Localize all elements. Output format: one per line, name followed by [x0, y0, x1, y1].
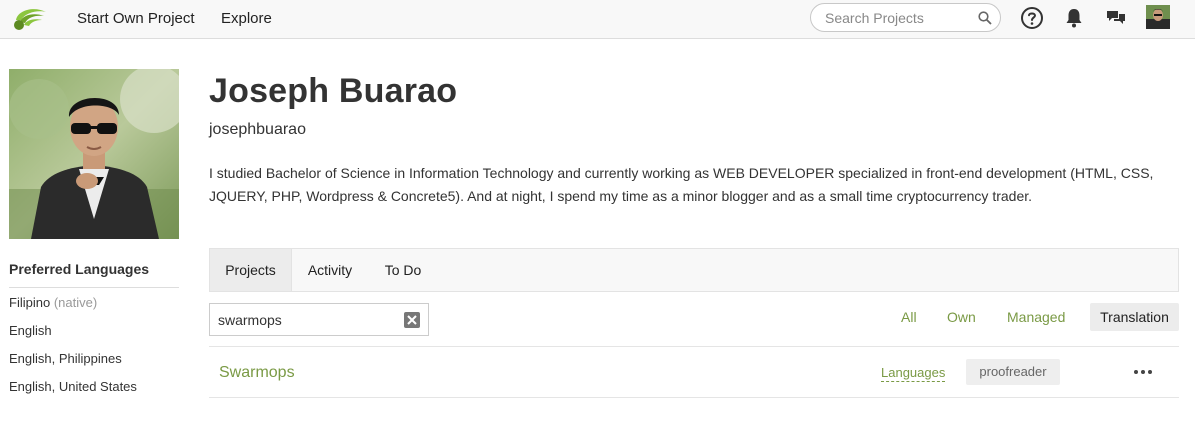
project-link-swarmops[interactable]: Swarmops — [219, 364, 295, 382]
clear-filter-button[interactable] — [404, 312, 420, 328]
close-icon — [407, 315, 417, 325]
nav-explore[interactable]: Explore — [221, 10, 272, 27]
top-navbar: Start Own Project Explore — [0, 0, 1195, 39]
search-projects-box[interactable] — [810, 3, 1001, 32]
tab-to-do[interactable]: To Do — [376, 249, 430, 291]
search-icon[interactable] — [978, 11, 992, 25]
logo-icon[interactable] — [12, 4, 50, 34]
filter-own[interactable]: Own — [947, 303, 976, 331]
preferred-languages-divider — [9, 287, 179, 288]
nav-start-own-project[interactable]: Start Own Project — [77, 10, 195, 27]
filter-managed[interactable]: Managed — [1007, 303, 1065, 331]
profile-photo — [9, 69, 179, 239]
project-list-divider — [209, 346, 1179, 347]
bell-icon[interactable] — [1062, 6, 1086, 30]
language-item: English, United States — [9, 379, 137, 394]
profile-username: josephbuarao — [209, 121, 306, 138]
project-filter-input[interactable] — [218, 311, 398, 329]
chat-icon[interactable] — [1104, 6, 1128, 30]
language-native-note: (native) — [53, 295, 98, 310]
profile-tabs: Projects Activity To Do — [209, 248, 1179, 292]
project-list-divider — [209, 397, 1179, 398]
profile-bio: I studied Bachelor of Science in Informa… — [209, 165, 1154, 204]
profile-name: Joseph Buarao — [209, 72, 458, 110]
user-avatar[interactable] — [1146, 5, 1170, 29]
language-label: English — [9, 323, 52, 338]
language-label: Filipino — [9, 295, 51, 310]
project-languages-link[interactable]: Languages — [881, 365, 946, 382]
filter-all[interactable]: All — [901, 303, 917, 331]
project-filter-box[interactable] — [209, 303, 429, 336]
tab-projects[interactable]: Projects — [210, 249, 292, 291]
tab-activity[interactable]: Activity — [300, 249, 360, 291]
language-label: English, United States — [9, 379, 137, 394]
more-options-button[interactable] — [1130, 363, 1156, 381]
preferred-languages-title: Preferred Languages — [9, 261, 150, 277]
language-label: English, Philippines — [9, 351, 122, 366]
search-input[interactable] — [825, 9, 975, 27]
help-icon[interactable] — [1020, 6, 1044, 30]
role-badge: proofreader — [966, 359, 1060, 385]
language-item: English, Philippines — [9, 351, 122, 366]
language-item: English — [9, 323, 52, 338]
more-dots-icon — [1134, 370, 1152, 374]
language-item: Filipino (native) — [9, 295, 97, 310]
filter-translation[interactable]: Translation — [1090, 303, 1179, 331]
